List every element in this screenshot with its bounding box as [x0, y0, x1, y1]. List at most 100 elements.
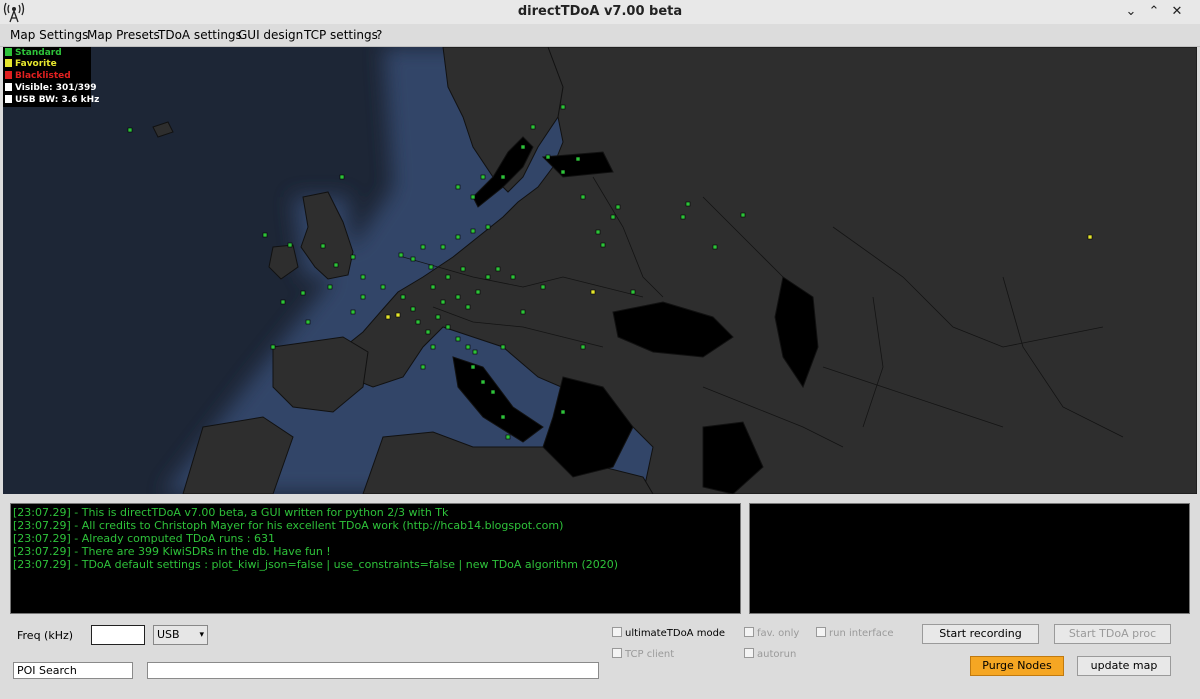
- node-marker[interactable]: [425, 329, 431, 335]
- node-marker[interactable]: [455, 294, 461, 300]
- maximize-button[interactable]: ⌃: [1145, 3, 1163, 21]
- node-marker[interactable]: [470, 364, 476, 370]
- node-marker[interactable]: [350, 254, 356, 260]
- node-marker[interactable]: [520, 309, 526, 315]
- node-marker[interactable]: [472, 349, 478, 355]
- node-marker[interactable]: [410, 306, 416, 312]
- minimize-button[interactable]: ⌄: [1122, 3, 1140, 21]
- node-marker[interactable]: [445, 324, 451, 330]
- node-marker[interactable]: [680, 214, 686, 220]
- node-marker[interactable]: [430, 284, 436, 290]
- node-marker[interactable]: [127, 127, 133, 133]
- node-marker[interactable]: [270, 344, 276, 350]
- node-marker[interactable]: [530, 124, 536, 130]
- node-marker[interactable]: [540, 284, 546, 290]
- node-marker[interactable]: [280, 299, 286, 305]
- secondary-console[interactable]: [749, 503, 1190, 614]
- log-console[interactable]: [23:07.29] - This is directTDoA v7.00 be…: [10, 503, 741, 614]
- node-marker[interactable]: [287, 242, 293, 248]
- node-marker[interactable]: [333, 262, 339, 268]
- node-marker[interactable]: [580, 344, 586, 350]
- menu-gui-design[interactable]: GUI design: [238, 28, 303, 42]
- node-marker[interactable]: [560, 169, 566, 175]
- node-marker[interactable]: [440, 244, 446, 250]
- node-marker[interactable]: [712, 244, 718, 250]
- node-marker[interactable]: [685, 201, 691, 207]
- node-marker[interactable]: [428, 264, 434, 270]
- node-marker[interactable]: [580, 194, 586, 200]
- node-marker[interactable]: [420, 244, 426, 250]
- node-marker[interactable]: [480, 174, 486, 180]
- ultimate-tdoa-checkbox[interactable]: ultimateTDoA mode: [612, 627, 725, 639]
- menu-tdoa-settings[interactable]: TDoA settings: [158, 28, 242, 42]
- freq-input[interactable]: [91, 625, 145, 645]
- node-marker[interactable]: [305, 319, 311, 325]
- node-marker[interactable]: [465, 344, 471, 350]
- node-marker[interactable]: [495, 266, 501, 272]
- node-marker[interactable]: [475, 289, 481, 295]
- poi-search-input[interactable]: [147, 662, 599, 679]
- node-marker[interactable]: [600, 242, 606, 248]
- update-map-button[interactable]: update map: [1077, 656, 1171, 676]
- purge-nodes-button[interactable]: Purge Nodes: [970, 656, 1064, 676]
- node-marker[interactable]: [470, 228, 476, 234]
- node-marker[interactable]: [630, 289, 636, 295]
- node-marker[interactable]: [505, 434, 511, 440]
- node-marker[interactable]: [262, 232, 268, 238]
- node-marker[interactable]: [465, 304, 471, 310]
- node-marker[interactable]: [575, 156, 581, 162]
- node-marker[interactable]: [300, 290, 306, 296]
- node-marker[interactable]: [380, 284, 386, 290]
- node-marker[interactable]: [460, 266, 466, 272]
- node-marker[interactable]: [590, 289, 596, 295]
- node-marker[interactable]: [455, 234, 461, 240]
- node-marker[interactable]: [445, 274, 451, 280]
- start-tdoa-button[interactable]: Start TDoA proc: [1054, 624, 1171, 644]
- node-marker[interactable]: [500, 344, 506, 350]
- node-marker[interactable]: [435, 314, 441, 320]
- node-marker[interactable]: [385, 314, 391, 320]
- node-marker[interactable]: [490, 389, 496, 395]
- autorun-checkbox[interactable]: autorun: [744, 648, 796, 660]
- menu-help[interactable]: ?: [376, 28, 382, 42]
- node-marker[interactable]: [470, 194, 476, 200]
- node-marker[interactable]: [440, 299, 446, 305]
- node-marker[interactable]: [560, 409, 566, 415]
- node-marker[interactable]: [560, 104, 566, 110]
- node-marker[interactable]: [455, 336, 461, 342]
- node-marker[interactable]: [610, 214, 616, 220]
- node-marker[interactable]: [410, 256, 416, 262]
- menu-map-settings[interactable]: Map Settings: [10, 28, 88, 42]
- node-marker[interactable]: [350, 309, 356, 315]
- node-marker[interactable]: [430, 344, 436, 350]
- node-marker[interactable]: [400, 294, 406, 300]
- map-canvas[interactable]: [3, 47, 1197, 494]
- close-button[interactable]: ✕: [1168, 3, 1186, 21]
- node-marker[interactable]: [595, 229, 601, 235]
- node-marker[interactable]: [420, 364, 426, 370]
- start-recording-button[interactable]: Start recording: [922, 624, 1039, 644]
- tcp-client-checkbox[interactable]: TCP client: [612, 648, 674, 660]
- mode-select[interactable]: USB ▾: [153, 625, 208, 645]
- node-marker[interactable]: [500, 414, 506, 420]
- node-marker[interactable]: [740, 212, 746, 218]
- node-marker[interactable]: [480, 379, 486, 385]
- menu-tcp-settings[interactable]: TCP settings: [304, 28, 378, 42]
- node-marker[interactable]: [455, 184, 461, 190]
- node-marker[interactable]: [500, 174, 506, 180]
- node-marker[interactable]: [1087, 234, 1093, 240]
- node-marker[interactable]: [398, 252, 404, 258]
- node-marker[interactable]: [520, 144, 526, 150]
- node-marker[interactable]: [615, 204, 621, 210]
- run-interface-checkbox[interactable]: run interface: [816, 627, 894, 639]
- fav-only-checkbox[interactable]: fav. only: [744, 627, 799, 639]
- world-map[interactable]: [3, 47, 1197, 494]
- node-marker[interactable]: [510, 274, 516, 280]
- node-marker[interactable]: [545, 154, 551, 160]
- node-marker[interactable]: [320, 243, 326, 249]
- menu-map-presets[interactable]: Map Presets: [87, 28, 160, 42]
- node-marker[interactable]: [360, 294, 366, 300]
- node-marker[interactable]: [415, 319, 421, 325]
- node-marker[interactable]: [485, 274, 491, 280]
- node-marker[interactable]: [485, 224, 491, 230]
